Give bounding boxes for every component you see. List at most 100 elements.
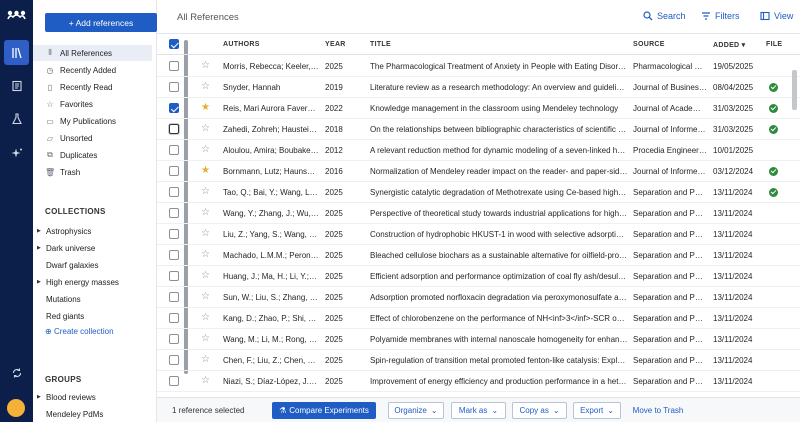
create-collection-link[interactable]: ⊕ Create collection bbox=[45, 327, 114, 336]
favorite-star-icon[interactable]: ☆ bbox=[201, 60, 210, 71]
column-added[interactable]: ADDED ▾ bbox=[713, 41, 745, 49]
file-attached-check-icon[interactable] bbox=[769, 188, 778, 197]
cell-authors: Chen, F.; Liu, Z.; Chen, L.; ... bbox=[223, 356, 319, 365]
table-row[interactable]: ☆ Kang, D.; Zhao, P.; Shi, Q.... 2025 Effec… bbox=[157, 308, 800, 329]
row-checkbox[interactable] bbox=[169, 145, 179, 155]
caret-right-icon[interactable]: ▶ bbox=[37, 394, 46, 400]
favorite-star-icon[interactable]: ☆ bbox=[201, 228, 210, 239]
sidebar-item-trash[interactable]: 🗑 Trash bbox=[33, 164, 152, 180]
favorite-star-icon[interactable]: ☆ bbox=[201, 354, 210, 365]
caret-right-icon[interactable]: ▶ bbox=[37, 228, 46, 234]
row-checkbox[interactable] bbox=[169, 313, 179, 323]
add-references-button[interactable]: + Add references bbox=[45, 13, 157, 32]
row-checkbox[interactable] bbox=[169, 103, 179, 113]
sparkle-rail-icon[interactable] bbox=[4, 140, 29, 165]
collection-item-dark-universe[interactable]: ▶ Dark universe bbox=[33, 240, 152, 256]
export-button[interactable]: Export ⌄ bbox=[573, 402, 621, 419]
compare-experiments-button[interactable]: ⚗ Compare Experiments bbox=[272, 402, 376, 419]
table-row[interactable]: ☆ Tao, Q.; Bai, Y.; Wang, L.; ... 2025 Syne… bbox=[157, 182, 800, 203]
row-checkbox[interactable] bbox=[169, 292, 179, 302]
favorite-star-icon[interactable]: ☆ bbox=[201, 81, 210, 92]
mark-as-button[interactable]: Mark as ⌄ bbox=[451, 402, 506, 419]
sidebar-item-my-publications[interactable]: ▭ My Publications bbox=[33, 113, 152, 129]
row-checkbox[interactable] bbox=[169, 229, 179, 239]
organize-button[interactable]: Organize ⌄ bbox=[388, 402, 444, 419]
row-checkbox[interactable] bbox=[169, 82, 179, 92]
favorite-star-icon[interactable]: ☆ bbox=[201, 270, 210, 281]
table-scrollbar[interactable] bbox=[792, 40, 797, 375]
row-checkbox[interactable] bbox=[169, 124, 179, 134]
table-row[interactable]: ☆ Zahedi, Zohreh; Haustein, ... 2018 On the… bbox=[157, 119, 800, 140]
table-row[interactable]: ☆ Niazi, S.; Díaz-López, J.A.... 2025 Impro… bbox=[157, 371, 800, 392]
favorite-star-icon[interactable]: ☆ bbox=[201, 249, 210, 260]
file-attached-check-icon[interactable] bbox=[769, 104, 778, 113]
search-button[interactable]: Search bbox=[643, 11, 686, 21]
table-row[interactable]: ☆ Chen, F.; Liu, Z.; Chen, L.; ... 2025 Spi… bbox=[157, 350, 800, 371]
collection-item-mutations[interactable]: Mutations bbox=[33, 291, 152, 307]
row-checkbox[interactable] bbox=[169, 187, 179, 197]
sync-rail-icon[interactable] bbox=[4, 360, 29, 385]
caret-right-icon[interactable]: ▶ bbox=[37, 279, 46, 285]
favorite-star-icon[interactable]: ☆ bbox=[201, 333, 210, 344]
sidebar-item-all-references[interactable]: ⫴ All References bbox=[33, 45, 152, 61]
table-scrollbar-thumb[interactable] bbox=[792, 70, 797, 110]
collection-item-mendeley-pdms[interactable]: Mendeley PdMs bbox=[33, 406, 152, 422]
table-row[interactable]: ★ Reis, Mari Aurora Favero; ... 2022 Knowle… bbox=[157, 98, 800, 119]
library-rail-icon[interactable] bbox=[4, 40, 29, 65]
collection-item-astrophysics[interactable]: ▶ Astrophysics bbox=[33, 223, 152, 239]
column-year[interactable]: YEAR bbox=[325, 41, 346, 48]
favorite-star-icon[interactable]: ☆ bbox=[201, 207, 210, 218]
table-row[interactable]: ☆ Huang, J.; Ma, H.; Li, Y.; Z... 2025 Effi… bbox=[157, 266, 800, 287]
collection-item-red-giants[interactable]: Red giants bbox=[33, 308, 152, 324]
select-all-checkbox[interactable] bbox=[169, 39, 179, 49]
favorite-star-icon[interactable]: ☆ bbox=[201, 186, 210, 197]
caret-right-icon[interactable]: ▶ bbox=[37, 245, 46, 251]
column-source[interactable]: SOURCE bbox=[633, 41, 665, 48]
sidebar-item-recently-read[interactable]: ▯ Recently Read bbox=[33, 79, 152, 95]
table-row[interactable]: ☆ Snyder, Hannah 2019 Literature review as … bbox=[157, 77, 800, 98]
file-attached-check-icon[interactable] bbox=[769, 125, 778, 134]
row-checkbox[interactable] bbox=[169, 208, 179, 218]
row-checkbox[interactable] bbox=[169, 166, 179, 176]
row-checkbox[interactable] bbox=[169, 250, 179, 260]
collection-item-blood-reviews[interactable]: ▶ Blood reviews bbox=[33, 389, 152, 405]
collection-item-high-energy-masses[interactable]: ▶ High energy masses bbox=[33, 274, 152, 290]
favorite-star-icon[interactable]: ☆ bbox=[201, 123, 210, 134]
collection-item-dwarf-galaxies[interactable]: Dwarf galaxies bbox=[33, 257, 152, 273]
row-checkbox[interactable] bbox=[169, 376, 179, 386]
favorite-star-icon[interactable]: ★ bbox=[201, 165, 210, 176]
table-row[interactable]: ☆ Morris, Rebecca; Keeler, J... 2025 The Ph… bbox=[157, 56, 800, 77]
column-file[interactable]: FILE bbox=[766, 41, 782, 48]
table-row[interactable]: ☆ Machado, L.M.M.; Perondi... 2025 Bleached… bbox=[157, 245, 800, 266]
notebook-rail-icon[interactable] bbox=[4, 73, 29, 98]
sidebar-item-duplicates[interactable]: ⧉ Duplicates bbox=[33, 147, 152, 163]
table-row[interactable]: ★ Bornmann, Lutz; Haunschi... 2016 Normaliz… bbox=[157, 161, 800, 182]
favorite-star-icon[interactable]: ☆ bbox=[201, 291, 210, 302]
filters-button[interactable]: Filters bbox=[701, 11, 740, 21]
table-row[interactable]: ☆ Sun, W.; Liu, S.; Zhang, J.;... 2025 Adso… bbox=[157, 287, 800, 308]
column-authors[interactable]: AUTHORS bbox=[223, 41, 260, 48]
table-row[interactable]: ☆ Liu, Z.; Yang, S.; Wang, Z.... 2025 Const… bbox=[157, 224, 800, 245]
flask-rail-icon[interactable] bbox=[4, 106, 29, 131]
favorite-star-icon[interactable]: ☆ bbox=[201, 312, 210, 323]
table-row[interactable]: ☆ Wang, Y.; Zhang, J.; Wu, T... 2025 Perspe… bbox=[157, 203, 800, 224]
sidebar-item-recently-added[interactable]: ◷ Recently Added bbox=[33, 62, 152, 78]
sidebar-item-favorites[interactable]: ☆ Favorites bbox=[33, 96, 152, 112]
row-checkbox[interactable] bbox=[169, 61, 179, 71]
move-to-trash-button[interactable]: Move to Trash bbox=[627, 402, 689, 419]
column-title[interactable]: TITLE bbox=[370, 41, 391, 48]
copy-as-button[interactable]: Copy as ⌄ bbox=[512, 402, 567, 419]
file-attached-check-icon[interactable] bbox=[769, 167, 778, 176]
row-checkbox[interactable] bbox=[169, 355, 179, 365]
row-checkbox[interactable] bbox=[169, 271, 179, 281]
sidebar-item-unsorted[interactable]: ▱ Unsorted bbox=[33, 130, 152, 146]
favorite-star-icon[interactable]: ☆ bbox=[201, 375, 210, 386]
favorite-star-icon[interactable]: ★ bbox=[201, 102, 210, 113]
file-attached-check-icon[interactable] bbox=[769, 83, 778, 92]
table-row[interactable]: ☆ Aloulou, Amira; Boubaker, ... 2012 A rele… bbox=[157, 140, 800, 161]
favorite-star-icon[interactable]: ☆ bbox=[201, 144, 210, 155]
user-avatar[interactable] bbox=[7, 399, 25, 417]
table-row[interactable]: ☆ Wang, M.; Li, M.; Rong, M.... 2025 Polyam… bbox=[157, 329, 800, 350]
row-checkbox[interactable] bbox=[169, 334, 179, 344]
view-button[interactable]: View bbox=[760, 11, 793, 21]
